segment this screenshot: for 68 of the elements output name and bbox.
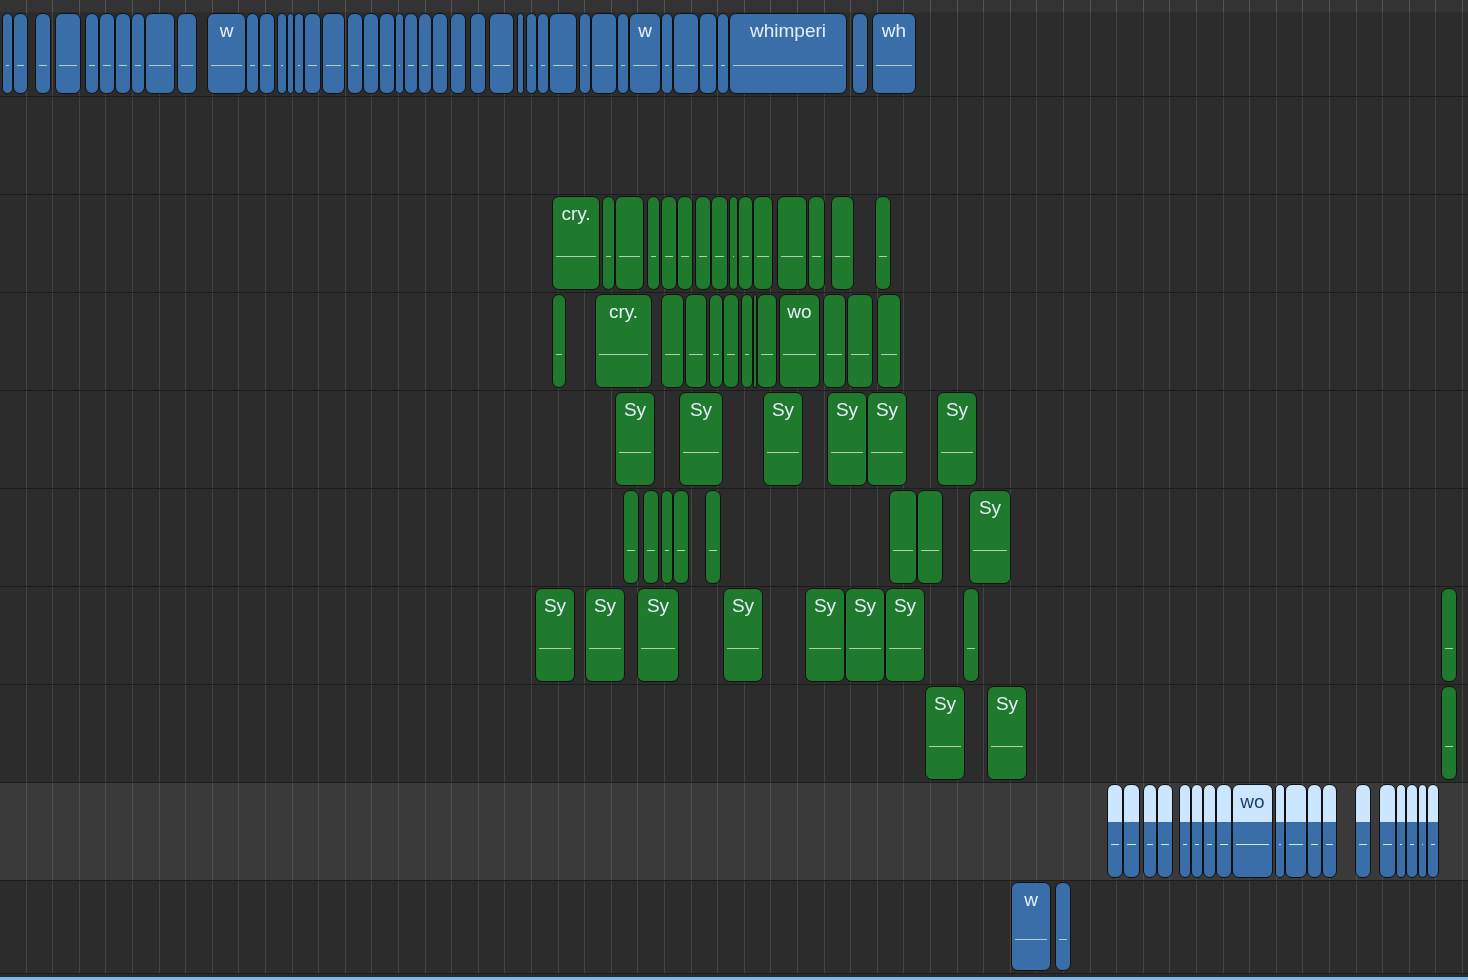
region-label: Sy [892,595,918,617]
region-label: wh [880,20,908,42]
audio-region[interactable]: w [629,13,661,94]
region-label: Sy [834,399,860,421]
region-label: whimperi [749,20,827,42]
audio-region[interactable] [1203,784,1216,878]
region-label: Sy [770,399,796,421]
audio-region[interactable] [1275,784,1285,878]
audio-region[interactable] [1143,784,1157,878]
region-label: wo [1239,791,1266,813]
audio-region[interactable] [1355,784,1371,878]
audio-region[interactable] [1191,784,1203,878]
audio-region[interactable]: Sy [805,588,845,682]
region-label: Sy [592,595,618,617]
region-label: Sy [688,399,714,421]
audio-region[interactable] [1123,784,1140,878]
region-label: w [218,20,235,42]
audio-region[interactable]: whimperi [729,13,847,94]
region-label: Sy [622,399,648,421]
audio-region[interactable] [1396,784,1406,878]
region-label: cry. [607,301,640,323]
region-label: wo [786,301,813,323]
audio-region[interactable] [1285,784,1307,878]
audio-region[interactable]: Sy [925,686,965,780]
audio-region[interactable] [1307,784,1322,878]
audio-region[interactable]: Sy [845,588,885,682]
region-label: cry. [560,203,592,225]
region-label: w [1023,889,1039,911]
region-label: Sy [944,399,970,421]
audio-region[interactable] [1379,784,1396,878]
audio-region[interactable] [1157,784,1173,878]
audio-region[interactable]: cry. [552,196,600,290]
region-label: Sy [874,399,900,421]
audio-region[interactable] [1216,784,1232,878]
region-label: Sy [977,497,1003,519]
audio-region[interactable]: Sy [867,392,907,486]
audio-region[interactable]: cry. [595,294,652,388]
audio-region[interactable]: w [207,13,246,94]
audio-region[interactable] [1322,784,1337,878]
region-label: Sy [730,595,756,617]
audio-region[interactable]: Sy [615,392,655,486]
region-label: Sy [812,595,838,617]
audio-region[interactable]: Sy [585,588,625,682]
audio-region[interactable]: wo [779,294,820,388]
region-label: Sy [645,595,671,617]
audio-region[interactable] [1418,784,1427,878]
audio-region[interactable]: Sy [723,588,763,682]
audio-region[interactable]: wh [872,13,916,94]
audio-region[interactable]: Sy [679,392,723,486]
audio-region[interactable]: Sy [987,686,1027,780]
audio-region[interactable]: Sy [535,588,575,682]
audio-region[interactable]: Sy [937,392,977,486]
audio-region[interactable]: Sy [827,392,867,486]
region-label: Sy [994,693,1020,715]
audio-region[interactable]: wo [1232,784,1273,878]
audio-region[interactable] [1107,784,1123,878]
audio-region[interactable] [1427,784,1439,878]
audio-region[interactable] [1406,784,1418,878]
audio-region[interactable]: Sy [885,588,925,682]
audio-region[interactable]: Sy [763,392,803,486]
audio-region[interactable]: Sy [637,588,679,682]
region-label: Sy [542,595,568,617]
audio-region[interactable]: Sy [969,490,1011,584]
audio-region[interactable] [1179,784,1191,878]
region-label: w [637,20,653,42]
region-label: Sy [932,693,958,715]
region-label: Sy [852,595,878,617]
audio-region[interactable]: w [1011,882,1051,971]
